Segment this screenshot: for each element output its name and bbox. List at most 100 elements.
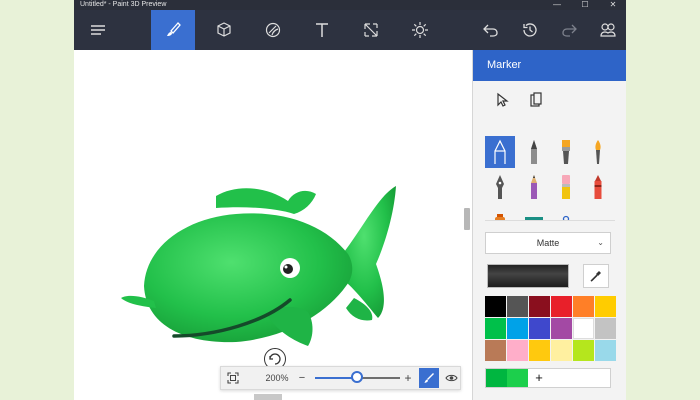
pencil-brush[interactable] xyxy=(519,171,549,203)
add-color-button[interactable]: + xyxy=(532,369,546,387)
recent-colors: + xyxy=(485,368,611,388)
pen-icon xyxy=(424,373,434,383)
fill-bucket-brush[interactable] xyxy=(519,204,549,220)
finish-value: Matte xyxy=(536,238,560,248)
marker-icon xyxy=(494,139,506,164)
clipboard-icon xyxy=(530,92,542,107)
spray-can-brush[interactable] xyxy=(485,204,515,220)
paste-button[interactable] xyxy=(529,92,543,113)
color-swatch[interactable] xyxy=(507,318,528,339)
recent-color-swatch[interactable] xyxy=(486,369,507,387)
rotate-icon xyxy=(269,353,281,365)
history-icon xyxy=(523,23,537,37)
3d-fish-object[interactable] xyxy=(116,136,402,362)
color-swatch[interactable] xyxy=(485,340,506,361)
chevron-down-icon: ⌄ xyxy=(597,238,604,247)
calligraphy-pen-brush[interactable] xyxy=(519,136,549,168)
color-swatch[interactable] xyxy=(595,340,616,361)
minimize-button[interactable]: — xyxy=(544,0,570,10)
brush-divider xyxy=(485,220,615,221)
color-swatch[interactable] xyxy=(507,296,528,317)
color-swatch[interactable] xyxy=(573,340,594,361)
color-swatch[interactable] xyxy=(551,340,572,361)
stickers-tab[interactable] xyxy=(251,10,295,50)
horizontal-scrollbar[interactable] xyxy=(254,394,282,400)
zoom-bar: 200% − + xyxy=(220,366,461,390)
main-toolbar xyxy=(74,10,626,50)
undo-button[interactable] xyxy=(469,10,513,50)
color-swatch[interactable] xyxy=(529,318,550,339)
calligraphy-pen-icon xyxy=(531,140,537,164)
color-swatch[interactable] xyxy=(551,318,572,339)
zoom-in-button[interactable]: + xyxy=(401,367,415,389)
view-toggle-button[interactable] xyxy=(441,367,461,389)
maximize-button[interactable]: ☐ xyxy=(572,0,598,10)
marker-brush[interactable] xyxy=(485,136,515,168)
zoom-level: 200% xyxy=(265,373,289,383)
drawing-canvas[interactable] xyxy=(74,50,472,400)
stroke-preview xyxy=(487,264,569,288)
3d-objects-tab[interactable] xyxy=(202,10,246,50)
cursor-icon xyxy=(497,92,509,107)
canvas-tab[interactable] xyxy=(349,10,393,50)
hamburger-icon xyxy=(91,25,105,35)
pencil-icon xyxy=(531,175,537,199)
spray-can-icon xyxy=(495,214,505,220)
color-swatch[interactable] xyxy=(485,296,506,317)
color-swatch[interactable] xyxy=(573,296,594,317)
zoom-slider-thumb[interactable] xyxy=(351,371,363,383)
fit-view-icon xyxy=(227,372,239,384)
color-swatch[interactable] xyxy=(573,318,594,339)
eraser-brush[interactable] xyxy=(551,171,581,203)
eraser-icon xyxy=(562,175,570,199)
color-swatch[interactable] xyxy=(485,318,506,339)
select-tool-button[interactable] xyxy=(495,92,509,113)
close-button[interactable]: ✕ xyxy=(600,0,626,10)
pen-tool-icon xyxy=(562,215,570,220)
watercolor-icon xyxy=(595,140,601,164)
finish-dropdown[interactable]: Matte ⌄ xyxy=(485,232,611,254)
crayon-icon xyxy=(594,175,602,199)
zoom-out-button[interactable]: − xyxy=(295,367,309,389)
oil-brush-icon xyxy=(562,140,570,164)
crayon-brush[interactable] xyxy=(583,171,613,203)
fit-view-button[interactable] xyxy=(223,367,243,389)
undo-icon xyxy=(483,24,498,37)
redo-button[interactable] xyxy=(547,10,591,50)
pen-brush[interactable] xyxy=(551,204,581,220)
brush-icon xyxy=(167,22,181,36)
recent-color-swatch[interactable] xyxy=(507,369,528,387)
brush-grid xyxy=(485,136,617,220)
watercolor-brush[interactable] xyxy=(583,136,613,168)
color-swatch[interactable] xyxy=(507,340,528,361)
eyedropper-icon xyxy=(590,271,601,282)
panel-title: Marker xyxy=(473,50,626,81)
fill-bucket-icon xyxy=(525,217,543,220)
remix-button[interactable] xyxy=(586,10,626,50)
brushes-tab[interactable] xyxy=(151,10,195,50)
eyedropper-button[interactable] xyxy=(583,264,609,288)
eye-icon xyxy=(444,374,458,382)
text-tab[interactable] xyxy=(300,10,344,50)
cube-icon xyxy=(217,22,231,37)
sticker-icon xyxy=(265,22,281,38)
marker-panel: Marker Matte ⌄ + xyxy=(472,50,626,400)
vertical-scrollbar[interactable] xyxy=(464,208,470,230)
color-swatch[interactable] xyxy=(595,296,616,317)
app-window: Untitled* - Paint 3D Preview — ☐ ✕ 200% … xyxy=(74,0,626,400)
color-swatch[interactable] xyxy=(595,318,616,339)
pixel-pen-brush[interactable] xyxy=(485,171,515,203)
remix-icon xyxy=(600,23,616,37)
pen-mode-button[interactable] xyxy=(419,368,439,388)
oil-brush[interactable] xyxy=(551,136,581,168)
redo-icon xyxy=(562,24,577,37)
zoom-slider-rest xyxy=(360,377,400,379)
color-swatch[interactable] xyxy=(551,296,572,317)
history-button[interactable] xyxy=(508,10,552,50)
window-title: Untitled* - Paint 3D Preview xyxy=(80,1,167,8)
color-swatch[interactable] xyxy=(529,296,550,317)
color-swatch[interactable] xyxy=(529,340,550,361)
color-palette xyxy=(485,296,616,361)
menu-button[interactable] xyxy=(76,10,120,50)
effects-tab[interactable] xyxy=(398,10,442,50)
